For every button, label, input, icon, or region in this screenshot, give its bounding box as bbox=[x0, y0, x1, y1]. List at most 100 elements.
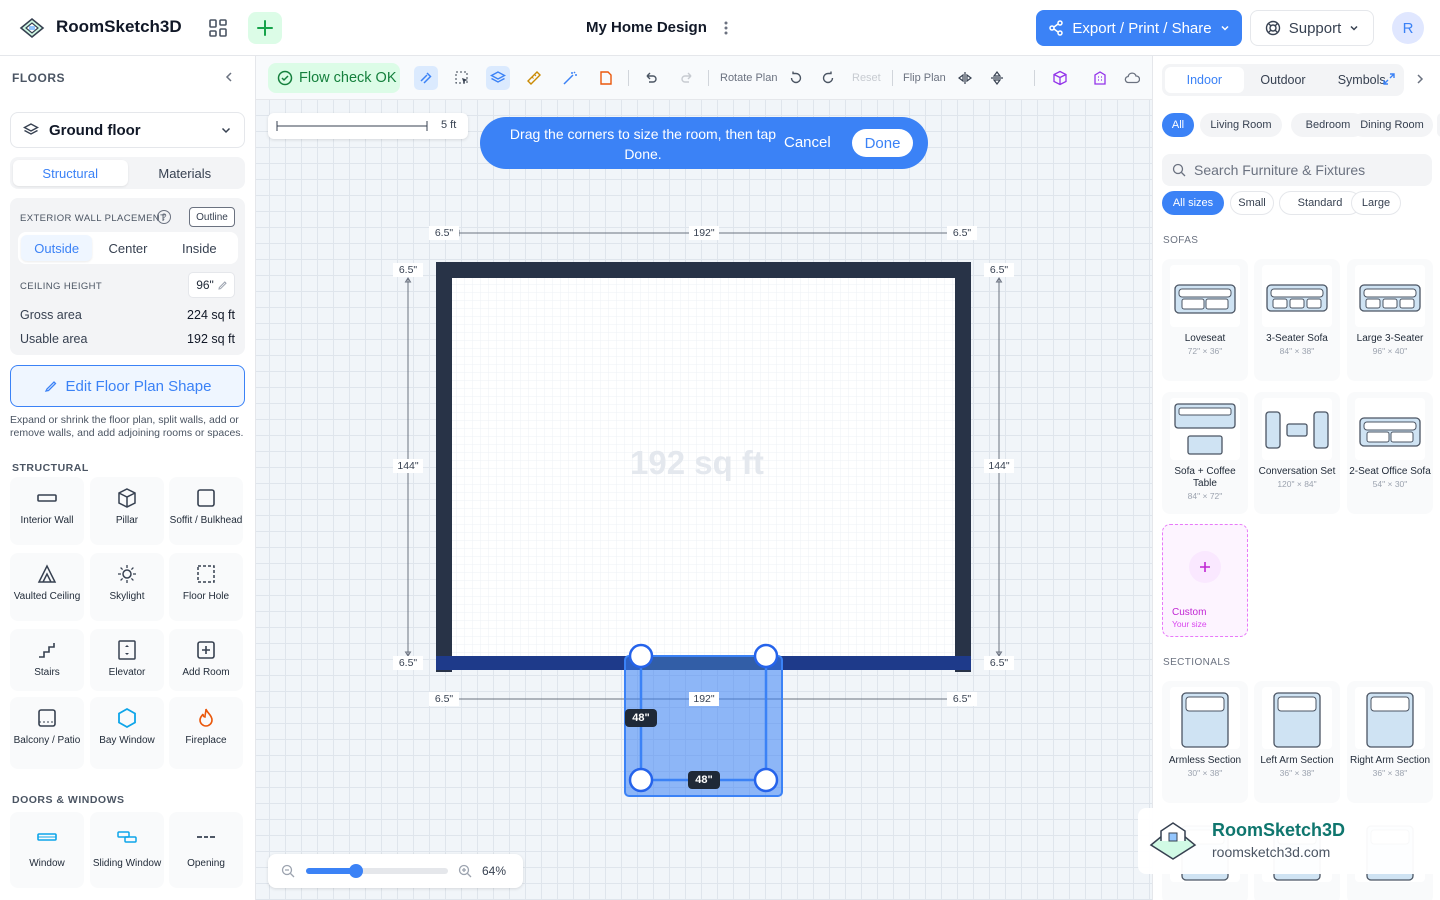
furniture-large-3-seater[interactable]: Large 3-Seater 96" × 40" bbox=[1347, 259, 1433, 381]
tool-add-room[interactable]: Add Room bbox=[169, 629, 243, 691]
tool-vaulted-ceiling[interactable]: Vaulted Ceiling bbox=[10, 553, 84, 621]
placement-inside[interactable]: Inside bbox=[164, 235, 235, 261]
size-chip-all-sizes[interactable]: All sizes bbox=[1162, 191, 1224, 215]
chevron-down-icon bbox=[221, 127, 231, 134]
room-chip-living-room[interactable]: Living Room bbox=[1200, 113, 1282, 137]
tool-label: Bay Window bbox=[99, 735, 155, 746]
corner-handle-top-left[interactable] bbox=[628, 643, 654, 669]
custom-label: Custom bbox=[1172, 607, 1207, 618]
ceiling-height-input[interactable]: 96" bbox=[188, 272, 235, 298]
dimension-new-bottom[interactable]: 48" bbox=[688, 771, 720, 789]
layers-tool-icon[interactable] bbox=[486, 66, 510, 90]
size-chip-standard[interactable]: Standard bbox=[1279, 191, 1361, 215]
flow-check-status[interactable]: Flow check OK bbox=[268, 63, 400, 93]
furniture-3-seater-sofa[interactable]: 3-Seater Sofa 84" × 38" bbox=[1254, 259, 1340, 381]
dashboard-grid-button[interactable] bbox=[202, 12, 234, 44]
magic-wand-icon[interactable] bbox=[558, 66, 582, 90]
dimension-new-side[interactable]: 48" bbox=[625, 709, 657, 727]
furniture-conversation-set[interactable]: Conversation Set 120" × 84" bbox=[1254, 392, 1340, 514]
tool-soffit-bulkhead[interactable]: Soffit / Bulkhead bbox=[169, 477, 243, 545]
zoom-slider-track[interactable] bbox=[306, 864, 448, 878]
flip-horizontal-icon[interactable] bbox=[953, 66, 977, 90]
tool-stairs[interactable]: Stairs bbox=[10, 629, 84, 691]
room-chip-dining-room[interactable]: Dining Room bbox=[1351, 113, 1433, 137]
select-tool-icon[interactable] bbox=[450, 66, 474, 90]
brand-name: RoomSketch3D bbox=[1212, 820, 1346, 840]
wall-right[interactable] bbox=[955, 262, 971, 672]
outline-toggle[interactable]: Outline bbox=[189, 207, 235, 227]
tool-opening[interactable]: Opening bbox=[169, 812, 243, 888]
icon-soffit-bulkhead-icon bbox=[195, 487, 217, 509]
rotate-left-icon[interactable] bbox=[784, 66, 808, 90]
tab-outdoor[interactable]: Outdoor bbox=[1244, 67, 1323, 93]
furniture-sofa-coffee-table[interactable]: Sofa + Coffee Table 84" × 72" bbox=[1162, 392, 1248, 514]
document-title[interactable]: My Home Design bbox=[586, 19, 707, 36]
building-icon[interactable] bbox=[1088, 66, 1112, 90]
wall-placement-label: EXTERIOR WALL PLACEMENT bbox=[20, 213, 167, 224]
furniture-size: 54" × 30" bbox=[1372, 479, 1408, 489]
tool-balcony-patio[interactable]: Balcony / Patio bbox=[10, 697, 84, 769]
app-logo-icon[interactable] bbox=[18, 14, 46, 42]
dimension-right-bot: 6.5" bbox=[984, 656, 1014, 670]
custom-size-card[interactable]: Custom Your size bbox=[1162, 524, 1248, 637]
tool-floor-hole[interactable]: Floor Hole bbox=[169, 553, 243, 621]
note-tool-icon[interactable] bbox=[594, 66, 618, 90]
room-chip-all[interactable]: All bbox=[1162, 113, 1194, 137]
walk-path-tool-icon[interactable] bbox=[414, 66, 438, 90]
help-icon[interactable]: ? bbox=[157, 210, 171, 224]
user-avatar[interactable]: R bbox=[1392, 12, 1424, 44]
corner-handle-top-right[interactable] bbox=[753, 643, 779, 669]
tool-pillar[interactable]: Pillar bbox=[90, 477, 164, 545]
edit-floor-plan-shape-button[interactable]: Edit Floor Plan Shape bbox=[10, 365, 245, 407]
rotate-right-icon[interactable] bbox=[816, 66, 840, 90]
furniture-search-input[interactable]: Search Furniture & Fixtures bbox=[1162, 154, 1432, 186]
corner-handle-bottom-left[interactable] bbox=[628, 767, 654, 793]
support-button[interactable]: Support bbox=[1250, 10, 1374, 46]
tab-indoor[interactable]: Indoor bbox=[1165, 67, 1244, 93]
tool-skylight[interactable]: Skylight bbox=[90, 553, 164, 621]
tool-fireplace[interactable]: Fireplace bbox=[169, 697, 243, 769]
room-area-watermark: 192 sq ft bbox=[630, 444, 764, 481]
tool-window[interactable]: Window bbox=[10, 812, 84, 888]
tool-interior-wall[interactable]: Interior Wall bbox=[10, 477, 84, 545]
size-chip-small[interactable]: Small bbox=[1230, 191, 1274, 215]
new-design-button[interactable] bbox=[248, 12, 282, 44]
reset-button[interactable]: Reset bbox=[852, 72, 881, 84]
collapse-sidebar-icon[interactable] bbox=[222, 70, 236, 89]
placement-outside[interactable]: Outside bbox=[21, 235, 93, 261]
furniture-loveseat[interactable]: Loveseat 72" × 36" bbox=[1162, 259, 1248, 381]
zoom-slider-thumb[interactable] bbox=[348, 864, 363, 878]
furniture-size: 120" × 84" bbox=[1277, 479, 1317, 489]
redo-icon[interactable] bbox=[675, 66, 699, 90]
furniture-2-seat-office-sofa[interactable]: 2-Seat Office Sofa 54" × 30" bbox=[1347, 392, 1433, 514]
undo-icon[interactable] bbox=[639, 66, 663, 90]
ruler-tool-icon[interactable] bbox=[522, 66, 546, 90]
placement-center[interactable]: Center bbox=[92, 235, 163, 261]
3d-box-icon[interactable] bbox=[1048, 66, 1072, 90]
size-chip-large[interactable]: Large bbox=[1351, 191, 1401, 215]
cancel-button[interactable]: Cancel bbox=[784, 134, 831, 151]
tool-sliding-window[interactable]: Sliding Window bbox=[90, 812, 164, 888]
more-options-icon[interactable] bbox=[716, 16, 736, 40]
done-button[interactable]: Done bbox=[852, 129, 913, 157]
corner-handle-bottom-right[interactable] bbox=[753, 767, 779, 793]
tab-structural[interactable]: Structural bbox=[13, 160, 128, 186]
chevron-right-icon[interactable] bbox=[1413, 72, 1427, 91]
flip-vertical-icon[interactable] bbox=[985, 66, 1009, 90]
icon-balcony-patio-icon bbox=[36, 707, 58, 729]
wall-left[interactable] bbox=[436, 262, 452, 672]
floor-plan-canvas[interactable]: 5 ft 192 sq ft 6.5" 192" 6.5" 6.5" 6.5" 144" 1… bbox=[256, 100, 1152, 900]
furniture-armless-section[interactable]: Armless Section 30" × 38" bbox=[1162, 681, 1248, 803]
expand-icon[interactable] bbox=[1382, 72, 1396, 91]
tool-elevator[interactable]: Elevator bbox=[90, 629, 164, 691]
furniture-left-arm-section[interactable]: Left Arm Section 36" × 38" bbox=[1254, 681, 1340, 803]
cloud-icon[interactable] bbox=[1120, 66, 1144, 90]
zoom-in-icon[interactable] bbox=[458, 864, 472, 878]
furniture-right-arm-section[interactable]: Right Arm Section 36" × 38" bbox=[1347, 681, 1433, 803]
tool-bay-window[interactable]: Bay Window bbox=[90, 697, 164, 769]
wall-top[interactable] bbox=[436, 262, 971, 278]
export-print-share-button[interactable]: Export / Print / Share bbox=[1036, 10, 1242, 46]
tab-materials[interactable]: Materials bbox=[128, 160, 243, 186]
zoom-out-icon[interactable] bbox=[281, 864, 295, 878]
floor-selector[interactable]: Ground floor bbox=[10, 112, 245, 148]
